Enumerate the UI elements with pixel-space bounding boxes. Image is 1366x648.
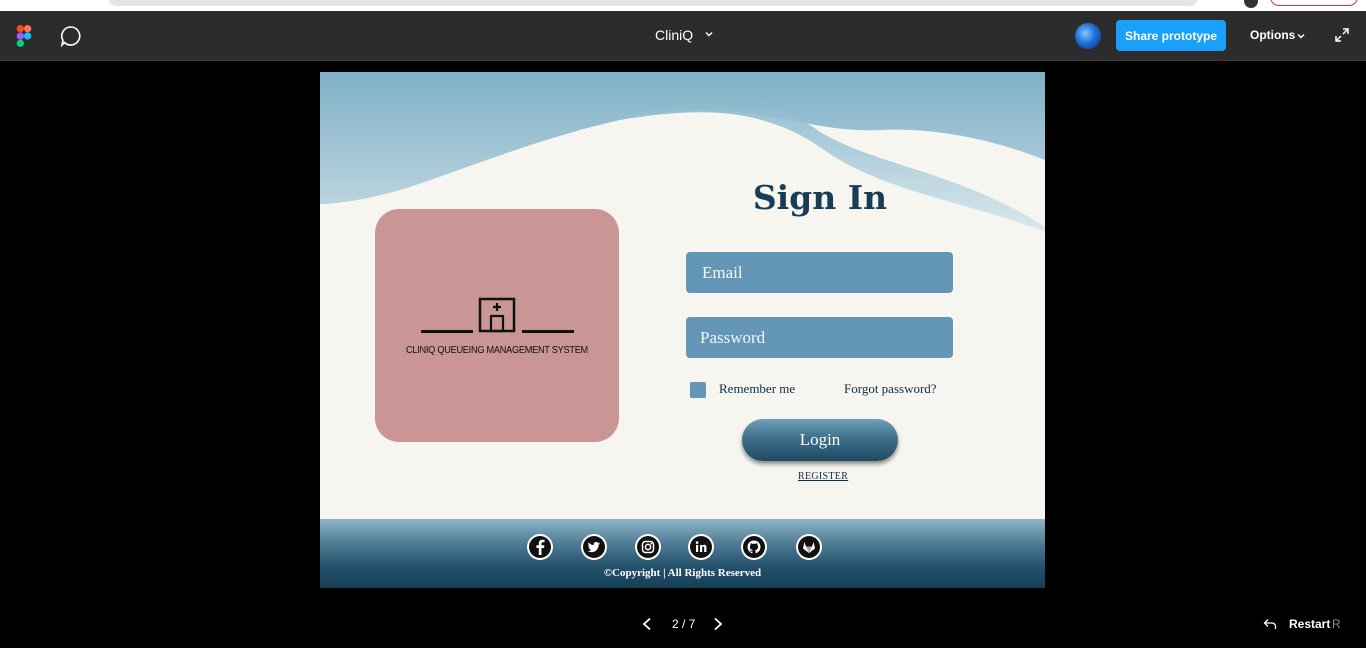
- forgot-password-link[interactable]: Forgot password?: [844, 381, 937, 397]
- fullscreen-icon[interactable]: [1334, 27, 1350, 43]
- hospital-icon: [478, 297, 516, 333]
- page-title: Sign In: [752, 178, 888, 217]
- register-link[interactable]: REGISTER: [798, 471, 848, 482]
- chevron-down-icon[interactable]: [704, 29, 714, 39]
- prototype-frame: CLINIQ QUEUEING MANAGEMENT SYSTEM Sign I…: [320, 72, 1045, 588]
- prototype-toolbar: CliniQ Share prototype Options: [0, 11, 1366, 61]
- share-prototype-button[interactable]: Share prototype: [1116, 20, 1226, 51]
- login-button[interactable]: Login: [742, 419, 898, 461]
- options-chevron-down-icon[interactable]: [1296, 32, 1306, 40]
- options-menu[interactable]: Options: [1250, 28, 1295, 42]
- page-indicator: 2 / 7: [672, 617, 696, 631]
- instagram-icon[interactable]: [635, 534, 661, 560]
- footer: ©Copyright | All Rights Reserved: [320, 519, 1045, 588]
- restart-icon[interactable]: [1263, 618, 1277, 630]
- logo-text: CLINIQ QUEUEING MANAGEMENT SYSTEM: [406, 345, 588, 356]
- restart-button[interactable]: Restart: [1289, 617, 1330, 631]
- remember-me-label: Remember me: [719, 381, 796, 396]
- github-icon[interactable]: [741, 534, 767, 560]
- facebook-icon[interactable]: [527, 534, 553, 560]
- next-frame-icon[interactable]: [712, 617, 724, 631]
- figma-logo-icon[interactable]: [16, 25, 32, 47]
- browser-address-bar[interactable]: [108, 0, 1198, 6]
- browser-profile-icon[interactable]: [1244, 0, 1258, 8]
- logo-card: CLINIQ QUEUEING MANAGEMENT SYSTEM: [375, 209, 619, 442]
- avatar[interactable]: [1075, 23, 1101, 49]
- email-field[interactable]: [686, 252, 953, 293]
- remember-me-checkbox[interactable]: [690, 382, 706, 398]
- password-field[interactable]: [686, 317, 953, 358]
- logo-line-left: [421, 330, 473, 333]
- browser-strip: [0, 0, 1366, 11]
- copyright-text: ©Copyright | All Rights Reserved: [603, 567, 762, 579]
- file-title[interactable]: CliniQ: [655, 27, 693, 43]
- gitlab-icon[interactable]: [796, 534, 822, 560]
- twitter-icon[interactable]: [581, 534, 607, 560]
- linkedin-icon[interactable]: [688, 534, 714, 560]
- restart-shortcut: R: [1332, 617, 1341, 631]
- logo-line-right: [522, 330, 574, 333]
- browser-action-button[interactable]: [1270, 0, 1358, 6]
- comment-icon[interactable]: [60, 25, 82, 47]
- previous-frame-icon[interactable]: [641, 617, 653, 631]
